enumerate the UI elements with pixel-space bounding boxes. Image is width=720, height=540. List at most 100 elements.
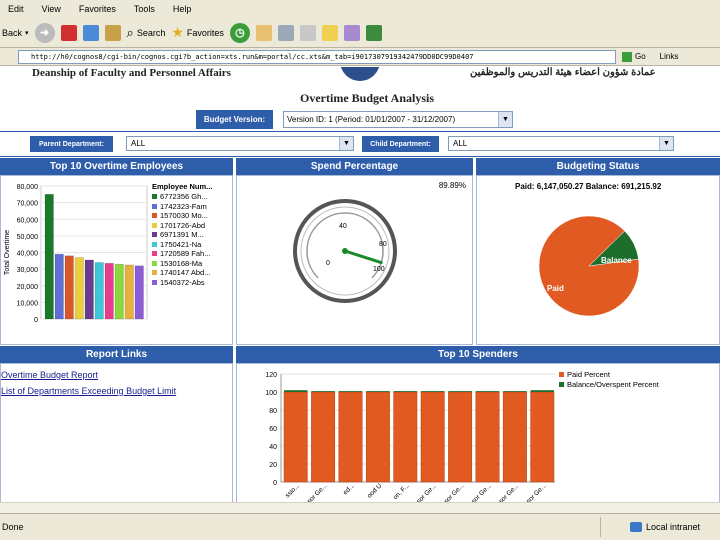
y-tick-label: 70,000	[17, 201, 39, 208]
forward-icon[interactable]: ➜	[34, 22, 55, 43]
x-tick-label: on, F...	[392, 482, 411, 501]
search-icon: ⌕	[126, 24, 134, 40]
employee-bar	[94, 262, 104, 320]
refresh-icon[interactable]	[82, 24, 99, 41]
home-icon[interactable]	[104, 24, 121, 41]
legend-swatch	[152, 194, 157, 200]
legend-label: Paid Percent	[567, 370, 610, 380]
exceeding-budget-link[interactable]: List of Departments Exceeding Budget Lim…	[1, 386, 176, 396]
y-tick-label: 40	[269, 444, 277, 451]
research-icon[interactable]	[343, 24, 360, 41]
spender-bar-paid	[502, 391, 527, 483]
x-tick-label: sor Ge...	[443, 482, 466, 504]
spender-bar-balance	[503, 391, 527, 392]
arabic-title: عمادة شؤون أعضاء هيئة التدريس والموظفين	[470, 67, 656, 78]
budget-version-select[interactable]: Version ID: 1 (Period: 01/01/2007 - 31/1…	[283, 111, 513, 128]
legend-swatch	[152, 222, 157, 228]
parent-department-select[interactable]: ALL ▼	[126, 136, 354, 151]
y-tick-label: 100	[265, 390, 277, 397]
x-tick-label: sor Ge...	[306, 482, 329, 504]
zone-label: Local intranet	[646, 522, 701, 532]
spender-bar-paid	[283, 391, 308, 483]
pie-label-paid: Paid	[547, 284, 564, 293]
parent-department-label: Parent Department:	[30, 136, 113, 152]
legend-label: 1570030 Mo...	[160, 211, 208, 221]
spender-bar-balance	[311, 391, 335, 392]
mail-icon[interactable]	[255, 24, 272, 41]
stop-icon[interactable]	[60, 24, 77, 41]
menu-favorites[interactable]: Favorites	[79, 4, 116, 14]
edit-icon[interactable]	[299, 24, 316, 41]
search-label: Search	[136, 27, 166, 38]
report-links-header: Report Links	[0, 346, 233, 363]
spenders-legend: Paid Percent Balance/Overspent Percent	[559, 370, 659, 389]
legend-item: 1742323-Fam	[152, 202, 212, 212]
print-icon[interactable]	[277, 24, 294, 41]
legend-swatch	[152, 232, 157, 238]
dropdown-icon: ▾	[25, 29, 29, 37]
spender-bar-balance	[448, 391, 472, 392]
child-department-select[interactable]: ALL ▼	[448, 136, 674, 151]
messenger-icon[interactable]	[365, 24, 382, 41]
university-logo	[340, 67, 380, 81]
toolbar: Back ▾ ➜ ⌕ Search ★ Favorites ◷	[0, 18, 720, 48]
budget-version-value: Version ID: 1 (Period: 01/01/2007 - 31/1…	[287, 115, 456, 124]
legend-item: 1720589 Fah...	[152, 249, 212, 259]
legend-swatch	[559, 381, 564, 387]
history-icon[interactable]: ◷	[229, 22, 250, 43]
y-tick-label: 20,000	[17, 284, 39, 291]
page-content: Deanship of Faculty and Personnel Affair…	[0, 67, 720, 513]
go-label: Go	[635, 52, 646, 61]
spender-bar-balance	[338, 391, 363, 392]
chevron-down-icon: ▼	[659, 137, 673, 150]
y-tick-label: 10,000	[17, 300, 39, 307]
legend-swatch	[152, 270, 157, 276]
back-label: Back	[2, 27, 23, 38]
menu-view[interactable]: View	[42, 4, 61, 14]
legend-label: Balance/Overspent Percent	[567, 379, 659, 389]
intranet-icon	[630, 522, 642, 532]
employee-bar	[44, 194, 54, 320]
budget-pie-chart: Paid Balance	[538, 215, 640, 317]
overtime-budget-report-link[interactable]: Overtime Budget Report	[1, 370, 98, 380]
folder-icon[interactable]	[321, 24, 338, 41]
legend-label: 1740147 Abd...	[160, 268, 211, 278]
legend-swatch	[152, 213, 157, 219]
back-button[interactable]: Back ▾	[2, 28, 29, 38]
menu-tools[interactable]: Tools	[134, 4, 155, 14]
employee-bar	[134, 265, 144, 320]
y-tick-label: 0	[273, 480, 277, 487]
menu-help[interactable]: Help	[173, 4, 192, 14]
legend-item: 6971391 M...	[152, 230, 212, 240]
employee-bar	[74, 257, 84, 320]
legend-item: 1570030 Mo...	[152, 211, 212, 221]
top-spenders-header: Top 10 Spenders	[236, 346, 720, 363]
search-button[interactable]: ⌕ Search	[127, 25, 166, 41]
address-input[interactable]: http://h0/cognos8/cgi-bin/cognos.cgi?b_a…	[18, 49, 616, 64]
favorites-label: Favorites	[186, 27, 224, 38]
report-links-panel: Overtime Budget Report List of Departmen…	[0, 363, 233, 503]
legend-swatch	[152, 203, 157, 209]
horizontal-scrollbar[interactable]	[0, 502, 720, 513]
spender-bar-balance	[530, 390, 554, 392]
links-button[interactable]: Links	[660, 52, 679, 61]
x-tick-label: ssio...	[284, 482, 301, 499]
menu-edit[interactable]: Edit	[8, 4, 24, 14]
spend-percentage-header: Spend Percentage	[236, 158, 473, 175]
child-department-value: ALL	[453, 139, 468, 148]
x-tick-label: sor Ge...	[470, 482, 493, 504]
y-tick-label: 80,000	[17, 184, 39, 191]
gauge-label-0: 0	[326, 260, 330, 267]
page-title: Overtime Budget Analysis	[300, 91, 434, 105]
x-tick-label: sor Ge...	[416, 482, 439, 504]
parent-department-value: ALL	[131, 139, 146, 148]
legend-label: 6971391 M...	[160, 230, 204, 240]
legend-swatch	[152, 241, 157, 247]
legend-item: Balance/Overspent Percent	[559, 380, 659, 390]
x-tick-label: ed...	[342, 482, 356, 496]
favorites-button[interactable]: ★ Favorites	[171, 24, 224, 41]
y-axis-label: Total Overtime	[4, 230, 11, 275]
y-tick-label: 60,000	[17, 217, 39, 224]
go-button[interactable]: Go	[622, 51, 646, 62]
spender-bar-paid	[365, 391, 390, 483]
